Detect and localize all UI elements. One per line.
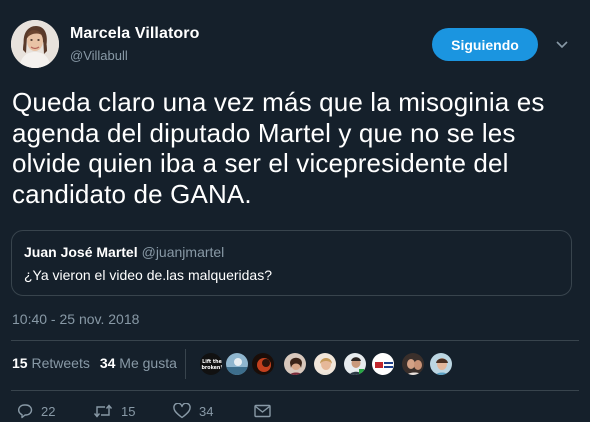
user-handle[interactable]: @Villabull: [70, 48, 128, 63]
direct-message-button[interactable]: [254, 402, 271, 420]
retweets-stat[interactable]: 15 Retweets: [12, 355, 90, 371]
retweet-button[interactable]: 15: [93, 402, 135, 420]
reply-button[interactable]: 22: [17, 402, 55, 420]
tweet-text-line: olvide quien iba a ser el vicepresidente…: [12, 148, 509, 178]
reply-count: 22: [41, 403, 56, 419]
following-button[interactable]: Siguiendo: [432, 28, 538, 61]
quoted-tweet-text: ¿Ya vieron el video de.las malqueridas?: [24, 267, 272, 283]
retweet-icon: [93, 404, 113, 418]
liker-avatar[interactable]: Lift the broken!: [199, 352, 223, 376]
tweet-text-line: candidato de GANA.: [12, 178, 252, 209]
liker-badge-text: Lift the: [202, 359, 222, 365]
tweet-text-line: agenda del diputado Martel y que no se l…: [12, 117, 516, 148]
liker-avatar[interactable]: [401, 352, 425, 376]
quoted-tweet[interactable]: Juan José Martel @juanjmartel ¿Ya vieron …: [11, 230, 572, 296]
heart-icon: [173, 403, 191, 419]
chevron-down-icon[interactable]: [552, 37, 572, 53]
quoted-handle: @juanjmartel: [141, 244, 225, 260]
tweet-stats: 15 Retweets 34 Me gusta: [12, 355, 177, 371]
liker-avatar[interactable]: [225, 352, 249, 376]
avatar[interactable]: [11, 20, 59, 68]
likes-label: Me gusta: [119, 355, 177, 371]
quoted-display-name: Juan José Martel: [24, 244, 138, 260]
divider: [11, 390, 579, 391]
stats-separator: [185, 349, 186, 379]
envelope-icon: [254, 404, 271, 418]
retweets-count: 15: [12, 355, 28, 371]
quoted-tweet-header: Juan José Martel @juanjmartel: [24, 244, 224, 260]
liker-avatar[interactable]: [283, 352, 307, 376]
tweet-timestamp[interactable]: 10:40 - 25 nov. 2018: [12, 311, 139, 327]
liker-avatar[interactable]: [429, 352, 453, 376]
liker-avatar[interactable]: [313, 352, 337, 376]
divider: [11, 340, 579, 341]
display-name[interactable]: Marcela Villatoro: [70, 25, 199, 43]
liker-avatar[interactable]: [251, 352, 275, 376]
liker-avatar[interactable]: [371, 352, 395, 376]
like-button[interactable]: 34: [173, 402, 213, 420]
liker-badge-text: broken!: [201, 365, 222, 371]
like-count: 34: [199, 403, 214, 419]
tweet-text: Queda claro una vez más que la misoginia…: [12, 87, 584, 209]
likes-stat[interactable]: 34 Me gusta: [100, 355, 177, 371]
tweet-text-line: Queda claro una vez más que la misoginia…: [12, 87, 545, 117]
tweet-card: Marcela Villatoro @Villabull Siguiendo Q…: [0, 0, 590, 422]
retweet-count: 15: [121, 403, 136, 419]
reply-icon: [18, 404, 33, 419]
likes-count: 34: [99, 355, 116, 371]
liker-avatar[interactable]: [343, 352, 367, 376]
retweets-label: Retweets: [31, 355, 90, 371]
